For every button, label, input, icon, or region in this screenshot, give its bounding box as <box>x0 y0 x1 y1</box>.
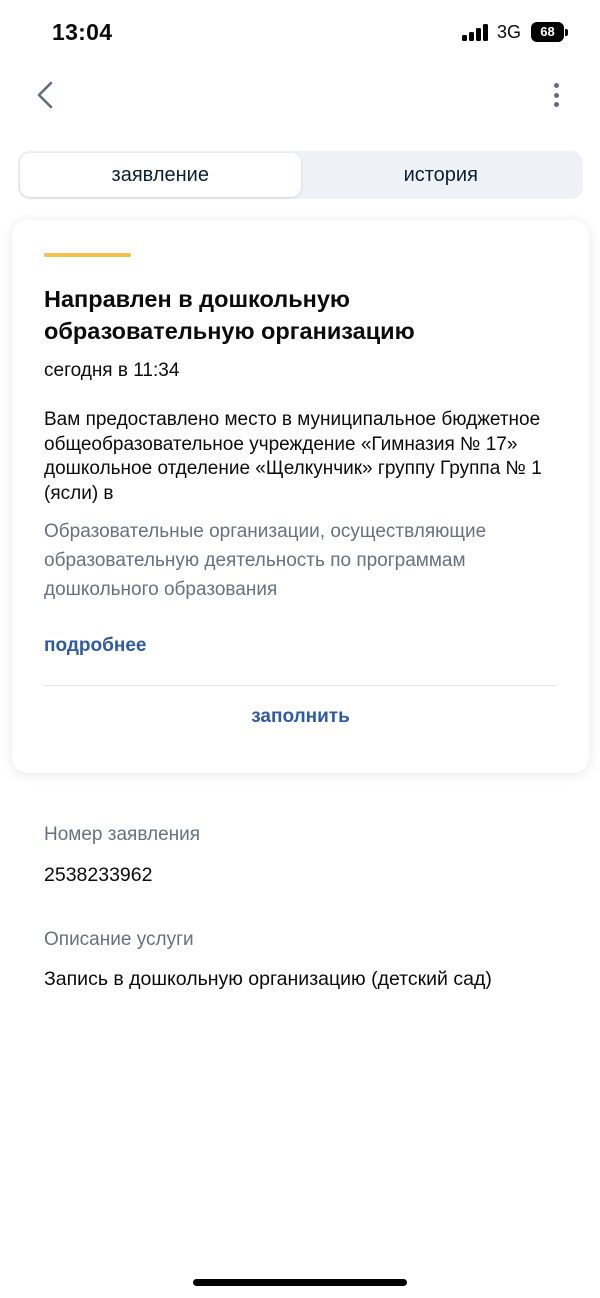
application-number-label: Номер заявления <box>44 824 201 845</box>
network-type: 3G <box>497 22 522 42</box>
status-card: Направлен в дошкольную образовательную о… <box>12 220 589 773</box>
status-time: 13:04 <box>52 19 113 45</box>
application-number-value: 2538233962 <box>44 864 153 886</box>
more-vertical-icon <box>553 83 559 88</box>
more-options-button[interactable] <box>544 80 568 110</box>
status-message: Вам предоставлено место в муниципальное … <box>44 409 542 504</box>
tab-bar: заявление история <box>18 151 583 199</box>
tab-application[interactable]: заявление <box>20 153 301 197</box>
signal-icon <box>462 24 490 41</box>
battery-icon: 68 <box>531 22 568 42</box>
tab-history[interactable]: история <box>301 153 582 197</box>
battery-level: 68 <box>531 22 564 42</box>
chevron-left-icon <box>37 81 53 109</box>
more-details-link[interactable]: подробнее <box>44 635 146 657</box>
card-divider <box>44 685 556 686</box>
organization-type: Образовательные организации, осуществляю… <box>44 521 487 600</box>
home-indicator <box>193 1279 407 1286</box>
service-description-value: Запись в дошкольную организацию (детский… <box>44 968 492 990</box>
status-title: Направлен в дошкольную образовательную о… <box>44 286 415 344</box>
fill-button[interactable]: заполнить <box>12 706 589 728</box>
back-button[interactable] <box>30 78 60 112</box>
status-bar: 13:04 3G 68 <box>0 0 600 66</box>
status-time-stamp: сегодня в 11:34 <box>44 360 180 381</box>
service-description-label: Описание услуги <box>44 929 194 950</box>
status-accent-line <box>44 253 131 257</box>
